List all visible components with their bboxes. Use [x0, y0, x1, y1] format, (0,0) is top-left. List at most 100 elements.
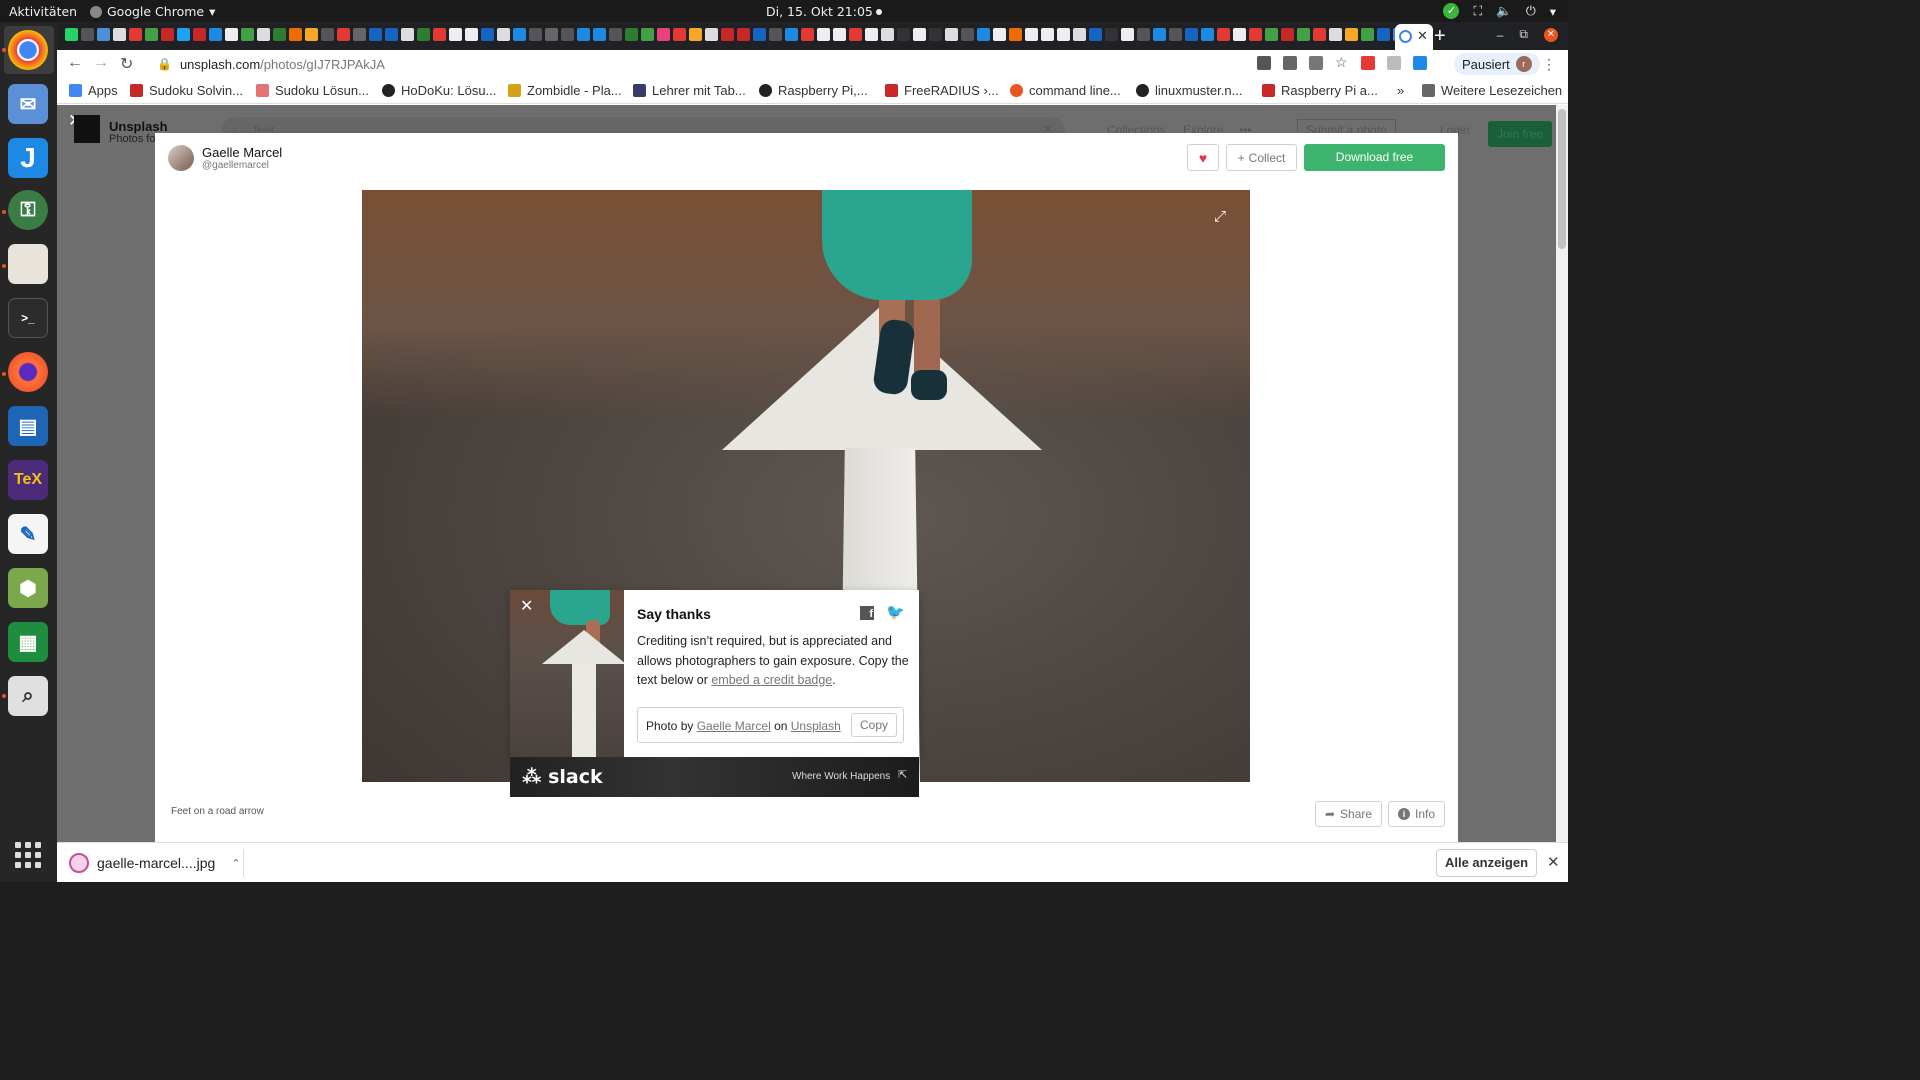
bookmark-label: linuxmuster.n...	[1155, 83, 1243, 98]
bookmark-item[interactable]: HoDoKu: Lösu...	[382, 83, 496, 98]
bookmark-item[interactable]: FreeRADIUS ›...	[885, 83, 999, 98]
join-free-button: Join free	[1488, 121, 1552, 147]
activities-button[interactable]: Aktivitäten	[9, 4, 77, 19]
bookmark-item[interactable]: linuxmuster.n...	[1136, 83, 1242, 98]
other-bookmarks-folder[interactable]: Weitere Lesezeichen	[1422, 83, 1562, 98]
restore-icon[interactable]: ⧉	[1519, 27, 1528, 42]
twitter-icon[interactable]: 🐦	[886, 603, 905, 621]
tab-close-icon[interactable]: ✕	[1417, 28, 1428, 44]
author-info[interactable]: Gaelle Marcel @gaellemarcel	[168, 145, 282, 171]
bookmark-item[interactable]: Raspberry Pi,...	[759, 83, 868, 98]
writer-dock-icon[interactable]: ▤	[8, 406, 48, 446]
credit-text: Photo by Gaelle Marcel on Unsplash	[646, 719, 841, 733]
bookmark-item[interactable]: Sudoku Lösun...	[256, 83, 369, 98]
lock-icon[interactable]: 🔒	[157, 57, 172, 71]
embed-credit-badge-link[interactable]: embed a credit badge	[711, 673, 832, 687]
scrollbar-thumb[interactable]	[1558, 109, 1566, 249]
heart-icon: ♥	[1198, 150, 1208, 166]
collect-label: Collect	[1248, 150, 1286, 165]
thumb-arrow-head	[542, 630, 624, 664]
new-tab-button[interactable]: +	[1434, 25, 1446, 48]
star-icon[interactable]: ☆	[1335, 55, 1349, 70]
page-scrollbar[interactable]	[1556, 105, 1568, 842]
window-close-icon[interactable]: ✕	[1544, 27, 1558, 42]
show-all-downloads-button[interactable]: Alle anzeigen	[1436, 849, 1537, 877]
texstudio-dock-icon[interactable]: TeX	[8, 460, 48, 500]
share-icon: ➦	[1324, 807, 1336, 821]
status-ok-icon[interactable]: ✓	[1443, 3, 1460, 19]
system-tray[interactable]: ✓ ⛶ 🔈 ⏻ ▾	[1443, 3, 1556, 19]
chrome-window: ✕ + – ⧉ ✕ ← → ↻ 🔒 unsplash.com/photos/gI…	[57, 22, 1568, 882]
download-item[interactable]: gaelle-marcel....jpg ⌃	[69, 853, 241, 873]
profile-button[interactable]: Pausiert r	[1454, 53, 1540, 75]
photo-shoe	[911, 370, 947, 400]
firefox-dock-icon[interactable]	[8, 352, 48, 392]
joplin-dock-icon[interactable]: J	[8, 138, 48, 178]
forward-arrow-icon[interactable]: →	[93, 54, 109, 72]
joplin-ext-icon[interactable]	[1413, 56, 1427, 70]
back-arrow-icon[interactable]: ←	[67, 54, 83, 72]
apps-grid-icon	[69, 84, 82, 97]
extension-icon[interactable]	[1387, 56, 1401, 70]
volume-icon: 🔈	[1496, 3, 1512, 18]
window-controls: – ⧉ ✕	[1497, 27, 1558, 42]
show-apps-icon[interactable]	[15, 842, 41, 868]
adblock-icon[interactable]	[1361, 56, 1375, 70]
bookmark-item[interactable]: Zombidle - Pla...	[508, 83, 622, 98]
info-button[interactable]: i Info	[1388, 801, 1445, 827]
app-name: Google Chrome	[107, 4, 205, 19]
calc-dock-icon[interactable]: ▦	[8, 622, 48, 662]
bookmark-label: Apps	[88, 83, 118, 98]
say-thanks-popup: ✕ Say thanks f 🐦 Crediting isn’t require…	[510, 590, 919, 757]
collect-button[interactable]: + Collect	[1226, 144, 1297, 171]
download-button[interactable]: Download free	[1304, 144, 1445, 171]
notification-dot-icon	[875, 9, 882, 15]
minimize-icon[interactable]: –	[1497, 28, 1504, 42]
keepass-dock-icon[interactable]: ⚿	[8, 190, 48, 230]
body-text-end: .	[832, 673, 836, 687]
reload-icon[interactable]: ↻	[120, 54, 133, 74]
bookmarks-overflow-button[interactable]: »	[1397, 83, 1404, 98]
cast-icon[interactable]	[1309, 56, 1323, 70]
app-menu[interactable]: Google Chrome ▾	[90, 4, 215, 19]
like-button[interactable]: ♥	[1187, 144, 1219, 171]
download-icon[interactable]	[1283, 56, 1297, 70]
popup-close-icon[interactable]: ✕	[520, 596, 533, 616]
slack-ad[interactable]: ⁂ slack Where Work Happens ⇱	[510, 757, 919, 797]
credit-author-link[interactable]: Gaelle Marcel	[697, 719, 771, 733]
bookmark-label: Sudoku Lösun...	[275, 83, 369, 98]
bookmark-item[interactable]: command line...	[1010, 83, 1121, 98]
radius-icon	[885, 84, 898, 97]
active-tab[interactable]: ✕	[1395, 24, 1433, 50]
bookmark-item[interactable]: Raspberry Pi a...	[1262, 83, 1378, 98]
copy-button[interactable]: Copy	[851, 713, 897, 737]
files-dock-icon[interactable]	[8, 244, 48, 284]
tablet-icon	[633, 84, 646, 97]
shield-icon	[508, 84, 521, 97]
search-dock-icon[interactable]: ⌕	[8, 676, 48, 716]
url-path: /photos/gIJ7RJPAkJA	[260, 56, 385, 72]
askubuntu-icon	[1010, 84, 1023, 97]
bookmark-item[interactable]: Sudoku Solvin...	[130, 83, 243, 98]
minetest-dock-icon[interactable]: ⬢	[8, 568, 48, 608]
mail-dock-icon[interactable]: ✉	[8, 84, 48, 124]
translate-icon[interactable]	[1257, 56, 1271, 70]
terminal-dock-icon[interactable]: >_	[8, 298, 48, 338]
share-button[interactable]: ➦ Share	[1315, 801, 1382, 827]
facebook-icon[interactable]: f	[860, 606, 874, 620]
extension-icons[interactable]: ☆	[1257, 55, 1427, 70]
close-shelf-icon[interactable]: ✕	[1547, 853, 1560, 871]
bookmark-item[interactable]: Lehrer mit Tab...	[633, 83, 746, 98]
pinned-tab-icons[interactable]	[65, 28, 1406, 41]
menu-kebab-icon[interactable]: ⋮	[1542, 56, 1556, 73]
bookmark-label: Raspberry Pi,...	[778, 83, 868, 98]
clock[interactable]: Di, 15. Okt 21:05	[766, 4, 882, 19]
info-label: Info	[1414, 807, 1435, 821]
expand-icon[interactable]: ⤢	[1214, 208, 1226, 225]
text-editor-dock-icon[interactable]: ✎	[8, 514, 48, 554]
chevron-up-icon[interactable]: ⌃	[231, 857, 240, 870]
bookmark-apps[interactable]: Apps	[69, 83, 118, 98]
chrome-dock-icon[interactable]	[8, 30, 48, 70]
credit-site-link[interactable]: Unsplash	[791, 719, 841, 733]
external-link-icon: ⇱	[898, 769, 908, 781]
